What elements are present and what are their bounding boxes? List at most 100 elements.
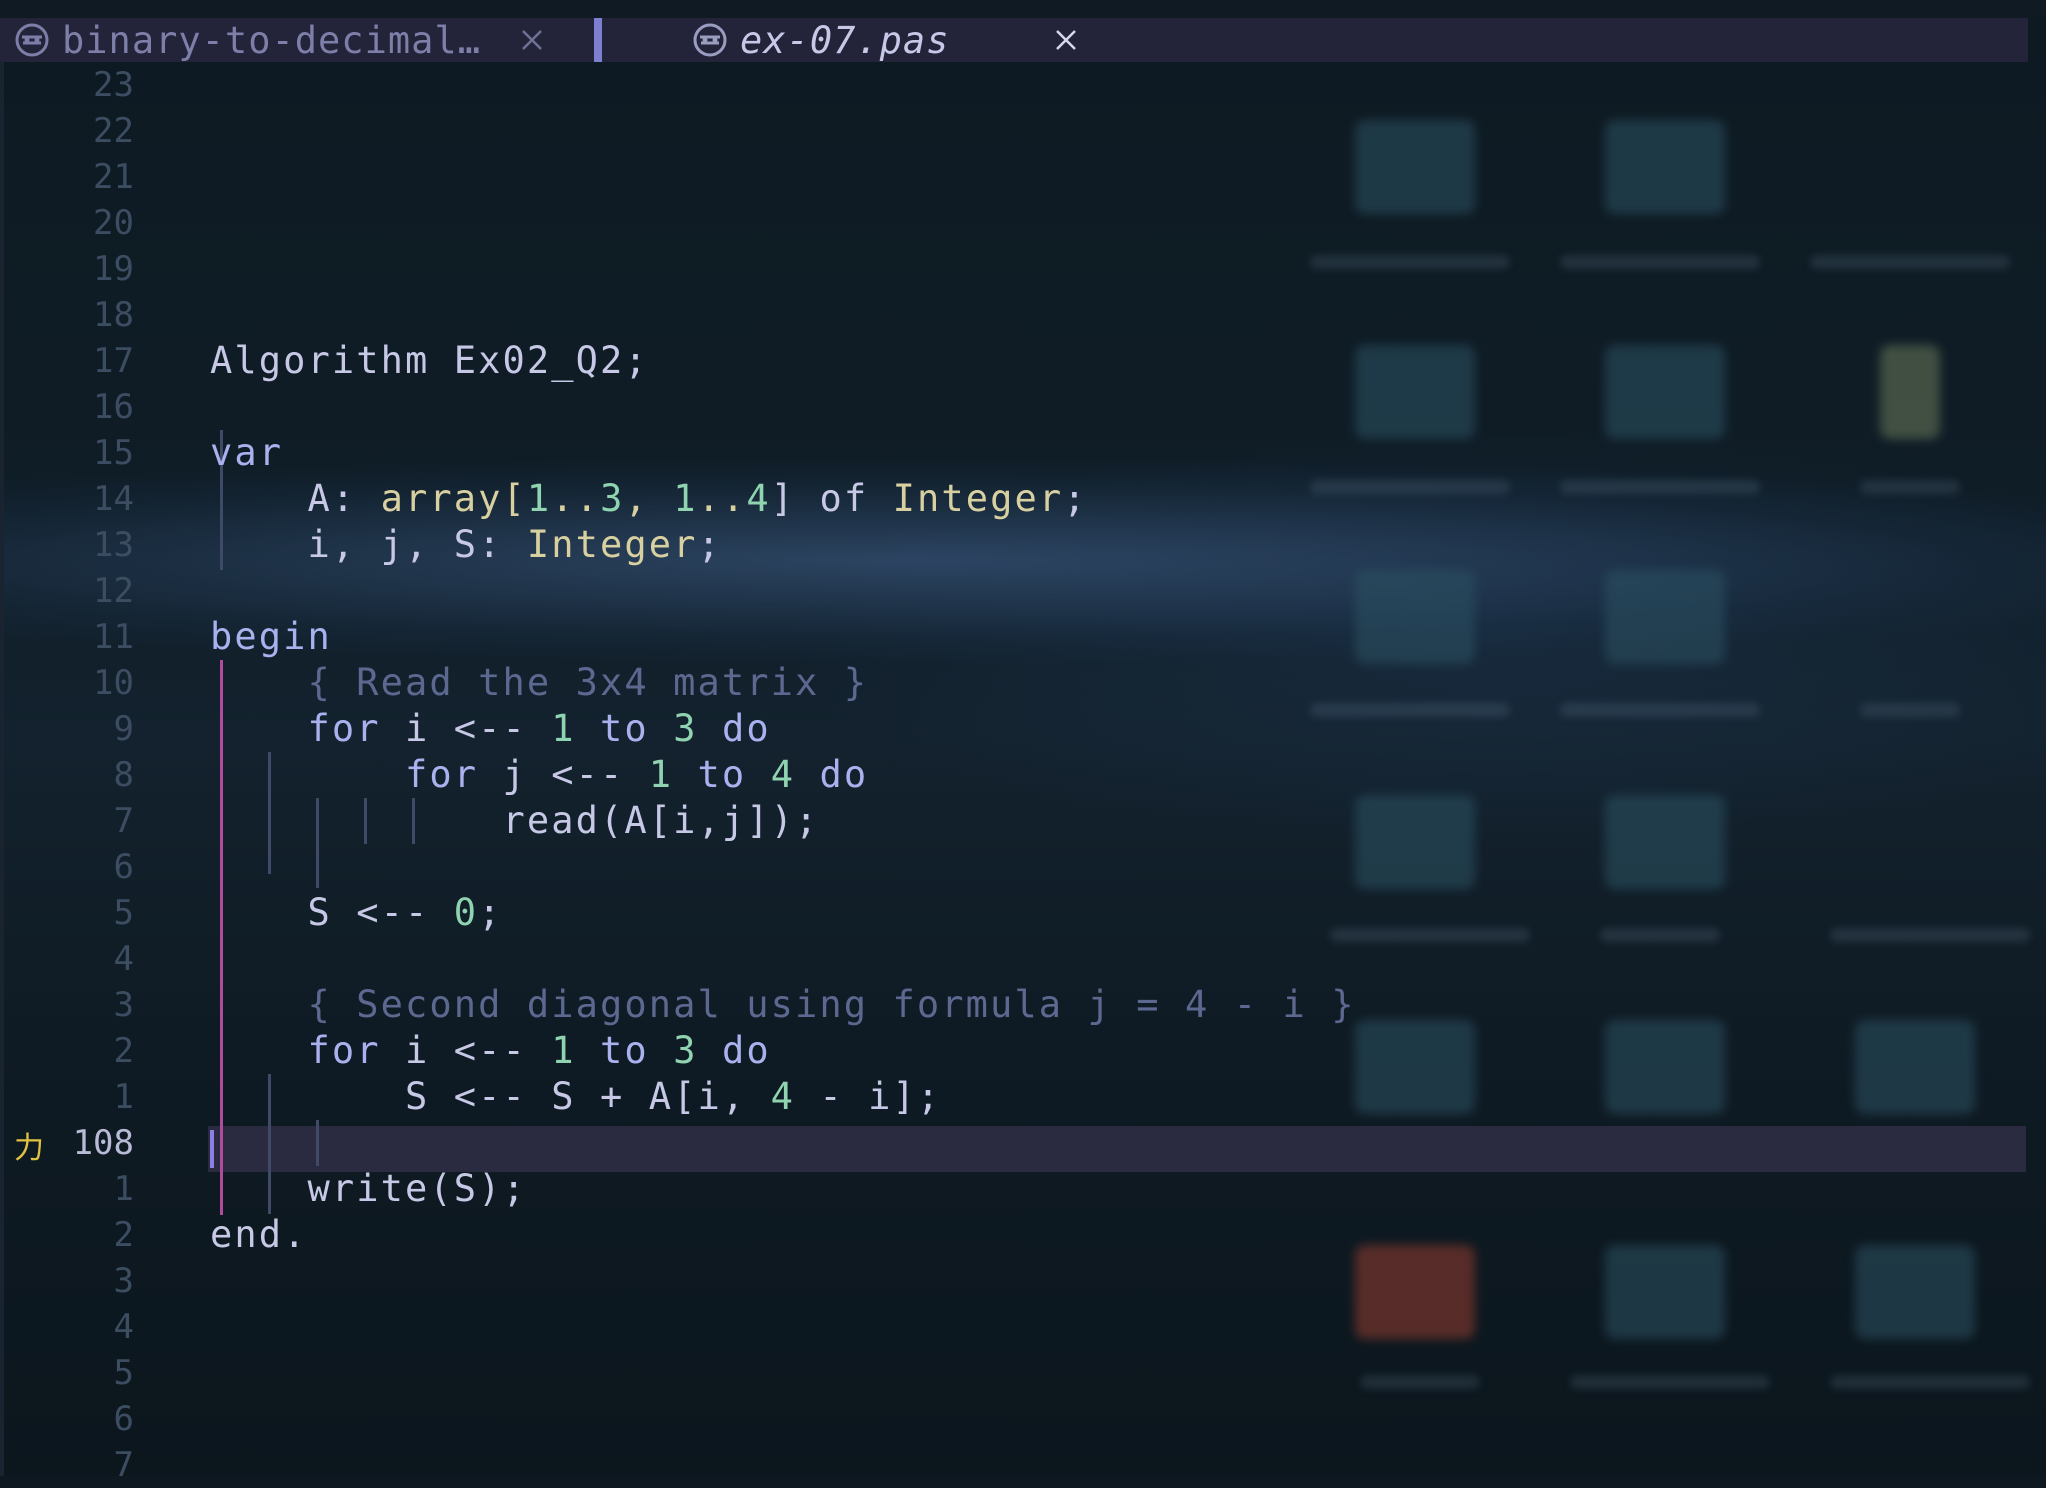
text-cursor — [210, 1130, 214, 1168]
code-text: ; — [697, 523, 722, 566]
code-text: ; — [1063, 477, 1088, 520]
line-number: 7 — [113, 801, 134, 841]
keyword-for: for — [210, 753, 479, 796]
code-text: S <-- S + A[i, — [210, 1075, 771, 1118]
tab-close-button[interactable] — [1054, 18, 1078, 62]
line-number: 5 — [113, 893, 134, 933]
code-text: j <-- — [478, 753, 649, 796]
keyword-for: for — [210, 707, 381, 750]
line-number: 6 — [113, 847, 134, 887]
keyword-do: do — [697, 1029, 771, 1072]
line-number: 23 — [93, 65, 134, 105]
tab-binary-to-decimal[interactable]: binary-to-decimal… — [14, 18, 481, 62]
number: 3 — [673, 1029, 698, 1072]
number: 4 — [746, 477, 771, 520]
desktop-folder-icon — [1355, 795, 1475, 889]
pascal-file-icon — [15, 23, 49, 57]
code-line-5[interactable]: S <-- 0; — [210, 890, 503, 936]
line-number: 2 — [113, 1215, 134, 1255]
keyword-do: do — [697, 707, 771, 750]
line-number: 1 — [113, 1077, 134, 1117]
line-number: 18 — [93, 295, 134, 335]
desktop-folder-icon — [1605, 345, 1725, 439]
code-line-3[interactable]: { Second diagonal using formula j = 4 - … — [210, 982, 1356, 1028]
line-number: 1 — [113, 1169, 134, 1209]
cursor-line-marker: 力 — [14, 1131, 44, 1166]
number: 4 — [770, 1075, 796, 1118]
keyword-to: to — [673, 753, 771, 796]
line-number: 9 — [113, 709, 134, 749]
code-line-1[interactable]: S <-- S + A[i, 4 - i]; — [210, 1074, 941, 1120]
code-line-8[interactable]: for j <-- 1 to 4 do — [210, 752, 868, 798]
number: 4 — [770, 753, 796, 796]
line-number: 14 — [93, 479, 134, 519]
type-integer: Integer — [892, 477, 1064, 520]
tab-ex-07[interactable]: ex-07.pas — [692, 18, 949, 62]
type-array: array[ — [380, 477, 527, 520]
code-line-9[interactable]: for i <-- 1 to 3 do — [210, 706, 771, 752]
line-number: 7 — [113, 1445, 134, 1485]
desktop-folder-icon — [1605, 120, 1725, 214]
desktop-folder-icon — [1355, 1020, 1475, 1114]
number: 1 — [551, 1029, 576, 1072]
line-number: 11 — [93, 617, 134, 657]
line-number: 19 — [93, 249, 134, 289]
desktop-file-icon — [1880, 345, 1940, 439]
desktop-icon-label — [1330, 928, 1530, 942]
desktop-icon-label — [1360, 1375, 1480, 1389]
desktop-icon-label — [1310, 703, 1510, 717]
keyword-to: to — [575, 707, 674, 750]
code-line-13[interactable]: i, j, S: Integer; — [210, 522, 722, 568]
number: 3 — [600, 477, 625, 520]
desktop-folder-icon — [1355, 570, 1475, 664]
code-line-2[interactable]: for i <-- 1 to 3 do — [210, 1028, 771, 1074]
number: 1 — [551, 707, 576, 750]
desktop-icon-label — [1860, 480, 1960, 494]
code-line-17[interactable]: Algorithm Ex02_Q2; — [210, 338, 649, 384]
line-number: 15 — [93, 433, 134, 473]
code-text: end. — [210, 1213, 308, 1256]
desktop-folder-icon — [1355, 1245, 1475, 1339]
code-text: ; — [478, 891, 503, 934]
desktop-icon-label — [1560, 255, 1760, 269]
desktop-icon-label — [1600, 928, 1720, 942]
number: 0 — [453, 891, 479, 934]
tab-label: binary-to-decimal… — [62, 18, 481, 62]
code-text: Algorithm Ex02_Q2; — [210, 339, 649, 382]
number: 3 — [673, 707, 698, 750]
keyword-do: do — [795, 753, 869, 796]
pascal-file-icon — [693, 23, 727, 57]
code-line-11[interactable]: begin — [210, 614, 332, 660]
tab-label: ex-07.pas — [740, 18, 950, 62]
code-text: i <-- — [380, 707, 552, 750]
code-text: , — [624, 477, 674, 520]
desktop-icon-label — [1560, 703, 1760, 717]
code-text: i <-- — [380, 1029, 552, 1072]
indent-guide — [316, 1120, 319, 1166]
code-line-10[interactable]: { Read the 3x4 matrix } — [210, 660, 868, 706]
code-line-15[interactable]: var — [210, 430, 283, 476]
number: 1 — [648, 753, 674, 796]
type-integer: Integer — [526, 523, 698, 566]
desktop-folder-icon — [1605, 1245, 1725, 1339]
desktop-icon-label — [1830, 928, 2030, 942]
keyword-for: for — [210, 1029, 381, 1072]
line-number: 4 — [113, 1307, 134, 1347]
line-number: 21 — [93, 157, 134, 197]
line-number: 3 — [113, 1261, 134, 1301]
tab-close-button[interactable] — [520, 18, 544, 62]
range-dots: .. — [697, 477, 747, 520]
desktop-folder-icon — [1855, 1020, 1975, 1114]
code-line-after-1[interactable]: write(S); — [210, 1166, 527, 1212]
code-line-after-2[interactable]: end. — [210, 1212, 308, 1258]
code-line-14[interactable]: A: array[1..3, 1..4] of Integer; — [210, 476, 1088, 522]
keyword-begin: begin — [210, 615, 332, 658]
code-line-7[interactable]: read(A[i,j]); — [210, 798, 819, 844]
number: 1 — [673, 477, 698, 520]
desktop-folder-icon — [1355, 120, 1475, 214]
code-text: - i]; — [795, 1075, 942, 1118]
editor-left-border — [0, 62, 4, 1476]
line-number: 4 — [113, 939, 134, 979]
line-number: 10 — [93, 663, 134, 703]
desktop-icon-label — [1570, 1375, 1770, 1389]
